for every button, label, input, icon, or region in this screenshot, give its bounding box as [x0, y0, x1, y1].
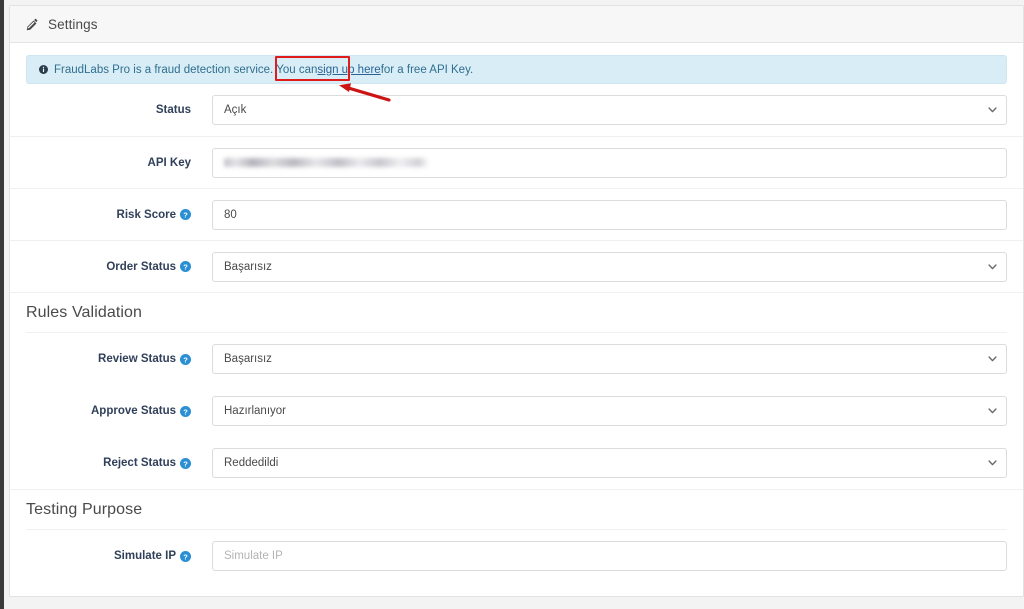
help-circle-icon[interactable]: ?	[180, 209, 191, 220]
help-circle-icon[interactable]: ?	[180, 261, 191, 272]
field-label-status: Status	[26, 104, 191, 116]
alert-text-before: FraudLabs Pro is a fraud detection servi…	[54, 63, 318, 76]
form-row-simulate-ip: Simulate IP? Simulate IP	[10, 530, 1023, 582]
svg-text:?: ?	[183, 355, 188, 364]
field-value: 80	[224, 208, 237, 221]
field-control-status: Açık	[191, 95, 1007, 125]
svg-text:?: ?	[183, 210, 188, 219]
section-heading: Rules Validation	[10, 292, 1023, 332]
chevron-down-icon	[988, 107, 997, 113]
section-heading: Testing Purpose	[10, 489, 1023, 529]
form-row-order-status: Order Status? Başarısız	[10, 240, 1023, 292]
select-approve-status[interactable]: Hazırlanıyor	[212, 396, 1007, 426]
help-circle-icon[interactable]: ?	[180, 353, 191, 365]
field-value: Başarısız	[224, 260, 272, 273]
input-simulate-ip[interactable]: Simulate IP	[212, 541, 1007, 571]
form-row-status: Status Açık	[10, 84, 1023, 136]
form-row-approve-status: Approve Status? Hazırlanıyor	[10, 385, 1023, 437]
help-circle-icon[interactable]: ?	[180, 457, 191, 469]
field-control-api-key	[191, 147, 1007, 178]
field-label-simulate-ip: Simulate IP?	[26, 550, 191, 562]
field-value: Hazırlanıyor	[224, 405, 286, 417]
field-label-text: Review Status	[98, 353, 176, 365]
form-row-api-key: API Key	[10, 136, 1023, 188]
form-row-review-status: Review Status? Başarısız	[10, 333, 1023, 385]
svg-text:?: ?	[183, 459, 188, 468]
field-control-order-status: Başarısız	[191, 251, 1007, 282]
redacted-api-key-value	[224, 158, 429, 167]
chevron-down-icon	[988, 263, 997, 269]
field-label-text: Approve Status	[91, 405, 176, 417]
field-control-simulate-ip: Simulate IP	[191, 541, 1007, 571]
chevron-down-icon	[988, 356, 997, 362]
info-circle-icon	[39, 65, 48, 74]
page-root: Settings FraudLabs Pro is a fraud detect…	[0, 0, 1024, 609]
field-control-review-status: Başarısız	[191, 344, 1007, 374]
field-control-approve-status: Hazırlanıyor	[191, 396, 1007, 426]
field-value: Başarısız	[224, 353, 272, 365]
svg-text:?: ?	[183, 262, 188, 271]
panel-body: FraudLabs Pro is a fraud detection servi…	[10, 43, 1023, 582]
settings-card: Settings FraudLabs Pro is a fraud detect…	[9, 5, 1024, 597]
select-reject-status[interactable]: Reddedildi	[212, 448, 1007, 478]
help-circle-icon[interactable]: ?	[180, 405, 191, 417]
pencil-icon	[26, 18, 38, 30]
page-title: Settings	[48, 16, 98, 32]
field-control-risk-score: 80	[191, 199, 1007, 230]
svg-text:?: ?	[183, 407, 188, 416]
form-sections: Status Açık API Key Risk Score? 80 Order Stat…	[10, 84, 1023, 582]
alert-wrapper: FraudLabs Pro is a fraud detection servi…	[10, 43, 1023, 84]
field-label-approve-status: Approve Status?	[26, 405, 191, 417]
chevron-down-icon	[988, 408, 997, 414]
field-value: Reddedildi	[224, 457, 279, 469]
select-review-status[interactable]: Başarısız	[212, 344, 1007, 374]
form-row-reject-status: Reject Status? Reddedildi	[10, 437, 1023, 489]
field-control-reject-status: Reddedildi	[191, 448, 1007, 478]
field-label-api-key: API Key	[26, 157, 191, 169]
input-api-key[interactable]	[212, 147, 1007, 178]
field-label-review-status: Review Status?	[26, 353, 191, 365]
sign-up-link[interactable]: sign up here	[317, 64, 380, 76]
select-status[interactable]: Açık	[212, 95, 1007, 125]
field-label-text: Risk Score	[116, 208, 176, 221]
field-label-order-status: Order Status?	[26, 261, 191, 273]
field-label-text: Reject Status	[103, 457, 176, 469]
help-circle-icon[interactable]: ?	[180, 550, 191, 562]
form-row-risk-score: Risk Score? 80	[10, 188, 1023, 240]
chevron-down-icon	[988, 460, 997, 466]
field-value: Açık	[224, 104, 247, 116]
field-label-reject-status: Reject Status?	[26, 457, 191, 469]
info-alert: FraudLabs Pro is a fraud detection servi…	[26, 55, 1007, 84]
panel-heading: Settings	[10, 6, 1023, 43]
field-label-risk-score: Risk Score?	[26, 209, 191, 221]
select-order-status[interactable]: Başarısız	[212, 251, 1007, 282]
field-label-text: Simulate IP	[114, 550, 176, 562]
field-label-text: Status	[155, 104, 191, 116]
field-value: Simulate IP	[224, 550, 283, 562]
alert-text-after: for a free API Key.	[380, 63, 474, 76]
field-label-text: Order Status	[106, 260, 176, 273]
field-label-text: API Key	[147, 156, 191, 169]
input-risk-score[interactable]: 80	[212, 199, 1007, 230]
svg-text:?: ?	[183, 552, 188, 561]
